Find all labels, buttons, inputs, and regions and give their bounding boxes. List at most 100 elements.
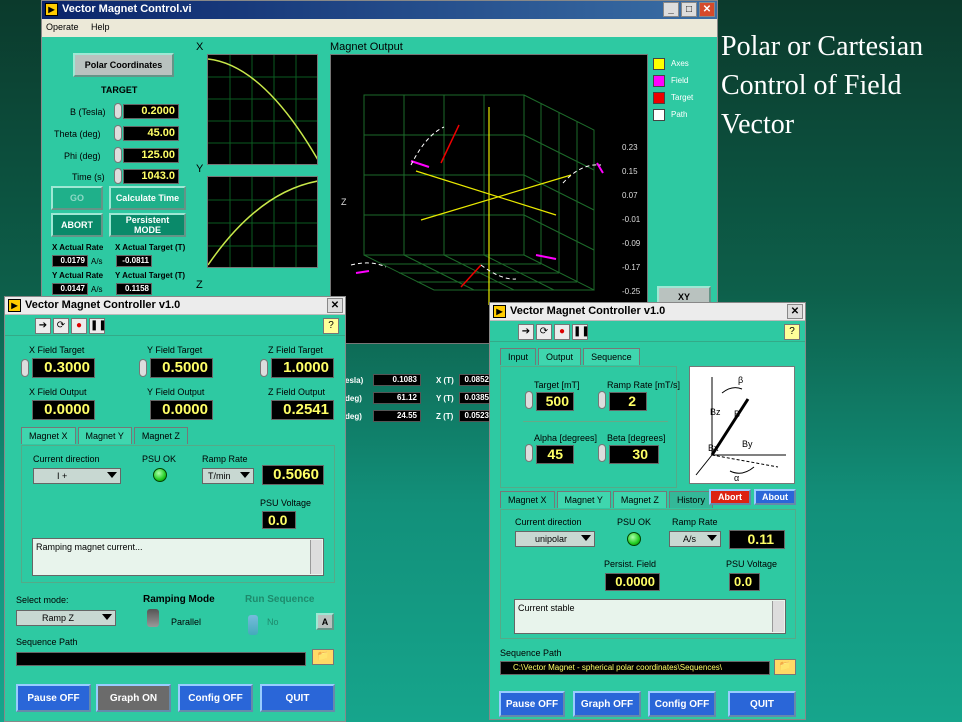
polar-coordinates-button[interactable]: Polar Coordinates — [73, 53, 174, 77]
run-continuous-icon[interactable]: ⟳ — [53, 318, 69, 334]
about-button[interactable]: About — [754, 489, 796, 505]
select-mode-label: Select mode: — [16, 595, 69, 605]
graph-button[interactable]: Graph OFF — [573, 691, 641, 717]
left-tab-panel: Current direction I + PSU OK Ramp Rate T… — [21, 445, 335, 583]
menu-operate[interactable]: Operate — [46, 22, 79, 32]
beta-value[interactable]: 30 — [609, 445, 659, 464]
config-button[interactable]: Config OFF — [178, 684, 253, 712]
sequence-path-field[interactable] — [16, 652, 306, 666]
abort-button[interactable]: ABORT — [51, 213, 103, 237]
z-field-target-value[interactable]: 1.0000 — [271, 358, 334, 378]
graph-button[interactable]: Graph ON — [96, 684, 171, 712]
left-close-button[interactable]: ✕ — [327, 298, 343, 313]
time-field[interactable]: 1043.0 — [123, 169, 179, 184]
current-direction-select[interactable]: I + — [33, 468, 121, 484]
current-direction-select[interactable]: unipolar — [515, 531, 595, 547]
calculate-time-button[interactable]: Calculate Time — [109, 186, 186, 210]
alpha-value[interactable]: 45 — [536, 445, 574, 464]
phi-field[interactable]: 125.00 — [123, 148, 179, 163]
persistent-mode-button[interactable]: Persistent MODE — [109, 213, 186, 237]
y-field-target-value[interactable]: 0.5000 — [150, 358, 213, 378]
theta-field[interactable]: 45.00 — [123, 126, 179, 141]
parallel-label: Parallel — [171, 617, 202, 627]
run-continuous-icon[interactable]: ⟳ — [536, 324, 552, 340]
ramp-unit-value: A/s — [683, 534, 697, 544]
stop-icon[interactable]: ● — [554, 324, 570, 340]
run-arrow-icon[interactable]: ➔ — [35, 318, 51, 334]
ramp-unit-select[interactable]: T/min — [202, 468, 254, 484]
sequence-path-label: Sequence Path — [500, 648, 562, 658]
tab-output[interactable]: Output — [538, 348, 582, 365]
scrollbar[interactable] — [310, 540, 322, 574]
x-actual-rate-label: X Actual Rate — [52, 243, 104, 252]
tab-magnet-x[interactable]: Magnet X — [500, 491, 555, 508]
ramp-unit-select[interactable]: A/s — [669, 531, 721, 547]
b-spinner[interactable] — [114, 103, 122, 119]
x-field-spinner[interactable] — [21, 359, 29, 377]
target-mt-value[interactable]: 500 — [536, 392, 574, 411]
stop-icon[interactable]: ● — [71, 318, 87, 334]
run-sequence-label: Run Sequence — [245, 594, 315, 605]
ramp-rate-mt-value[interactable]: 2 — [609, 392, 647, 411]
tab-magnet-z[interactable]: Magnet Z — [612, 491, 667, 508]
phi-spinner[interactable] — [114, 147, 122, 163]
psu-ok-led — [627, 532, 641, 546]
close-button[interactable]: ✕ — [699, 2, 715, 17]
a-button[interactable]: A — [316, 613, 334, 630]
tab-magnet-z[interactable]: Magnet Z — [133, 427, 188, 444]
readout-value-2: 24.55 — [373, 410, 421, 422]
time-spinner[interactable] — [114, 168, 122, 184]
z-tick-2: 0.07 — [622, 191, 638, 200]
z-field-spinner[interactable] — [260, 359, 268, 377]
run-sequence-toggle[interactable] — [248, 615, 258, 635]
pause-icon[interactable]: ❚❚ — [89, 318, 107, 334]
vector-diagram: Bz B By Bx β α — [689, 366, 795, 484]
go-button[interactable]: GO — [51, 186, 103, 210]
z-tick-5: -0.17 — [622, 263, 641, 272]
pause-button[interactable]: Pause OFF — [499, 691, 565, 717]
ramp-rate-value[interactable]: 0.11 — [729, 530, 785, 549]
target-spinner[interactable] — [525, 391, 533, 409]
folder-browse-icon[interactable]: 📁 — [774, 659, 796, 675]
help-icon[interactable]: ? — [323, 318, 339, 334]
right-close-button[interactable]: ✕ — [787, 304, 803, 319]
config-button[interactable]: Config OFF — [648, 691, 716, 717]
tab-magnet-y[interactable]: Magnet Y — [556, 491, 611, 508]
tab-magnet-x[interactable]: Magnet X — [21, 427, 76, 444]
minimize-button[interactable]: _ — [663, 2, 679, 17]
ramp-spinner[interactable] — [598, 391, 606, 409]
tab-history[interactable]: History — [668, 491, 713, 508]
ramp-rate-value[interactable]: 0.5060 — [262, 465, 324, 485]
status-message-box[interactable]: Current stable — [514, 599, 786, 634]
status-message-box[interactable]: Ramping magnet current... — [32, 538, 324, 576]
alpha-label: Alpha [degrees] — [534, 433, 598, 443]
y-field-target-label: Y Field Target — [147, 345, 203, 355]
pause-icon[interactable]: ❚❚ — [572, 324, 590, 340]
y-waveform-plot — [207, 176, 318, 268]
x-field-target-value[interactable]: 0.3000 — [32, 358, 95, 378]
mode-select[interactable]: Ramp Z — [16, 610, 116, 626]
tab-magnet-y[interactable]: Magnet Y — [77, 427, 132, 444]
scrollbar[interactable] — [772, 601, 784, 632]
abort-button[interactable]: Abort — [709, 489, 751, 505]
y-field-spinner[interactable] — [139, 359, 147, 377]
ramping-mode-toggle[interactable] — [147, 609, 159, 627]
sequence-path-field[interactable]: C:\Vector Magnet - spherical polar coord… — [500, 661, 770, 675]
menu-help[interactable]: Help — [91, 22, 110, 32]
theta-spinner[interactable] — [114, 125, 122, 141]
tab-sequence[interactable]: Sequence — [583, 348, 640, 365]
folder-browse-icon[interactable]: 📁 — [312, 649, 334, 665]
run-arrow-icon[interactable]: ➔ — [518, 324, 534, 340]
quit-button[interactable]: QUIT — [260, 684, 335, 712]
b-tesla-field[interactable]: 0.2000 — [123, 104, 179, 119]
main-title: Vector Magnet Control.vi — [62, 3, 192, 15]
pause-button[interactable]: Pause OFF — [16, 684, 91, 712]
maximize-button[interactable]: □ — [681, 2, 697, 17]
help-icon[interactable]: ? — [784, 324, 800, 340]
beta-spinner[interactable] — [598, 444, 606, 462]
alpha-spinner[interactable] — [525, 444, 533, 462]
quit-button[interactable]: QUIT — [728, 691, 796, 717]
tab-input[interactable]: Input — [500, 348, 537, 365]
menu-bar: Operate Help — [42, 19, 717, 37]
y-actual-rate-label: Y Actual Rate — [52, 271, 104, 280]
